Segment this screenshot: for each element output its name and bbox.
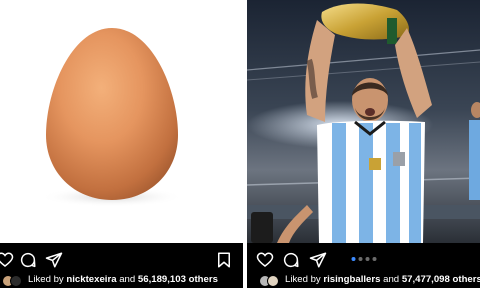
- liker-avatars: [2, 275, 26, 287]
- bookmark-icon[interactable]: [215, 251, 233, 269]
- egg-photo[interactable]: [0, 0, 243, 243]
- carousel-indicator[interactable]: [351, 257, 376, 261]
- heart-icon[interactable]: [256, 251, 274, 269]
- carousel-dot[interactable]: [351, 257, 355, 261]
- avatar: [10, 275, 22, 287]
- likes-line: Liked by nicktexeira and 56,189,103 othe…: [0, 272, 243, 288]
- share-icon[interactable]: [309, 251, 327, 269]
- post-actions-bar: [247, 244, 480, 274]
- avatar: [267, 275, 279, 287]
- liked-by-and: and: [383, 274, 400, 285]
- likes-count[interactable]: 56,189,103 others: [138, 274, 218, 285]
- share-icon[interactable]: [45, 251, 63, 269]
- post-egg: Liked by nicktexeira and 56,189,103 othe…: [0, 0, 243, 288]
- carousel-dot[interactable]: [372, 257, 376, 261]
- heart-icon[interactable]: [0, 251, 14, 269]
- likes-line: Liked by risingballers and 57,477,098 ot…: [247, 272, 480, 288]
- likes-text: Liked by nicktexeira and 56,189,103 othe…: [28, 272, 218, 288]
- liked-by-user[interactable]: nicktexeira: [66, 274, 116, 285]
- carousel-dot[interactable]: [358, 257, 362, 261]
- trophy-celebration-photo[interactable]: [247, 0, 480, 243]
- liked-by-and: and: [119, 274, 136, 285]
- liker-avatars: [259, 275, 283, 287]
- comment-icon[interactable]: [19, 251, 37, 269]
- post-actions-bar: [0, 244, 243, 274]
- comment-icon[interactable]: [282, 251, 300, 269]
- liked-by-user[interactable]: risingballers: [323, 274, 380, 285]
- screenshot-collage: Liked by nicktexeira and 56,189,103 othe…: [0, 0, 480, 288]
- liked-by-prefix: Liked by: [285, 274, 321, 285]
- post-trophy: Liked by risingballers and 57,477,098 ot…: [247, 0, 480, 288]
- carousel-dot[interactable]: [365, 257, 369, 261]
- likes-text: Liked by risingballers and 57,477,098 ot…: [285, 272, 480, 288]
- liked-by-prefix: Liked by: [28, 274, 64, 285]
- likes-count[interactable]: 57,477,098 others: [402, 274, 480, 285]
